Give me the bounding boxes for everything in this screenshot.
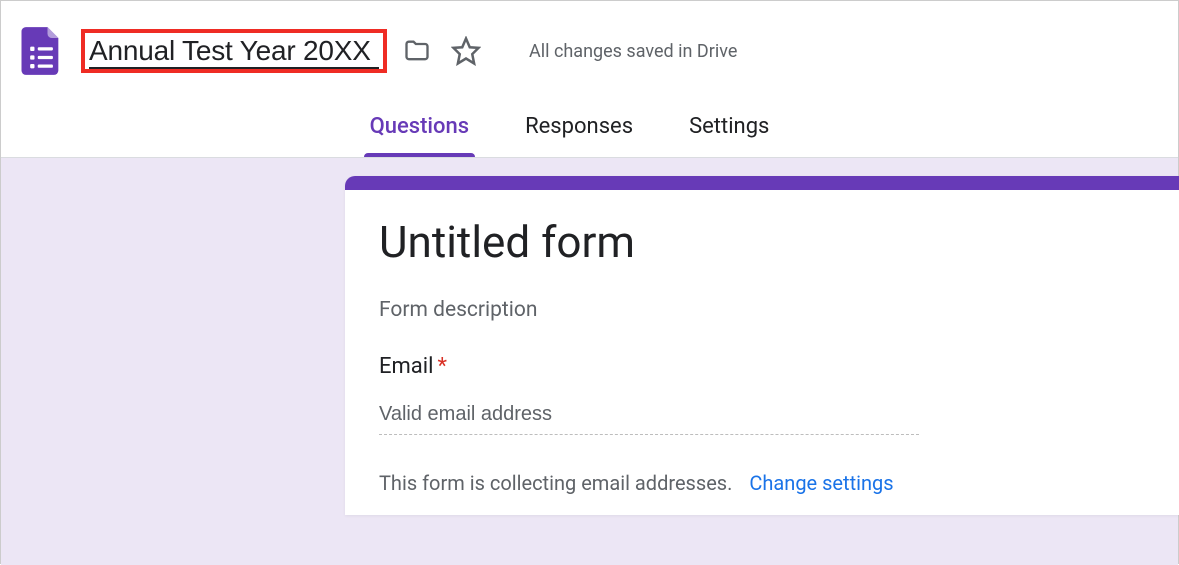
tabs-bar: Questions Responses Settings — [1, 83, 1178, 158]
move-folder-icon[interactable] — [401, 37, 433, 65]
form-title-text[interactable]: Untitled form — [379, 216, 1145, 268]
email-field-label: Email* — [379, 354, 1145, 379]
form-canvas: Untitled form Form description Email* Th… — [1, 158, 1178, 565]
form-header-card[interactable]: Untitled form Form description Email* Th… — [345, 176, 1179, 515]
form-description-text[interactable]: Form description — [379, 298, 1145, 322]
title-highlight-box — [81, 29, 387, 73]
required-asterisk: * — [437, 354, 446, 379]
tab-settings[interactable]: Settings — [689, 114, 769, 157]
forms-app-icon[interactable] — [15, 25, 67, 77]
star-icon[interactable] — [451, 36, 481, 66]
app-header: All changes saved in Drive — [1, 1, 1178, 83]
tab-questions[interactable]: Questions — [370, 114, 469, 157]
form-title-input[interactable] — [89, 35, 379, 69]
collecting-emails-note: This form is collecting email addresses.… — [379, 471, 1145, 495]
tab-responses[interactable]: Responses — [525, 114, 633, 157]
change-settings-link[interactable]: Change settings — [749, 471, 893, 495]
email-input[interactable] — [379, 401, 919, 435]
save-status-text: All changes saved in Drive — [529, 41, 737, 62]
